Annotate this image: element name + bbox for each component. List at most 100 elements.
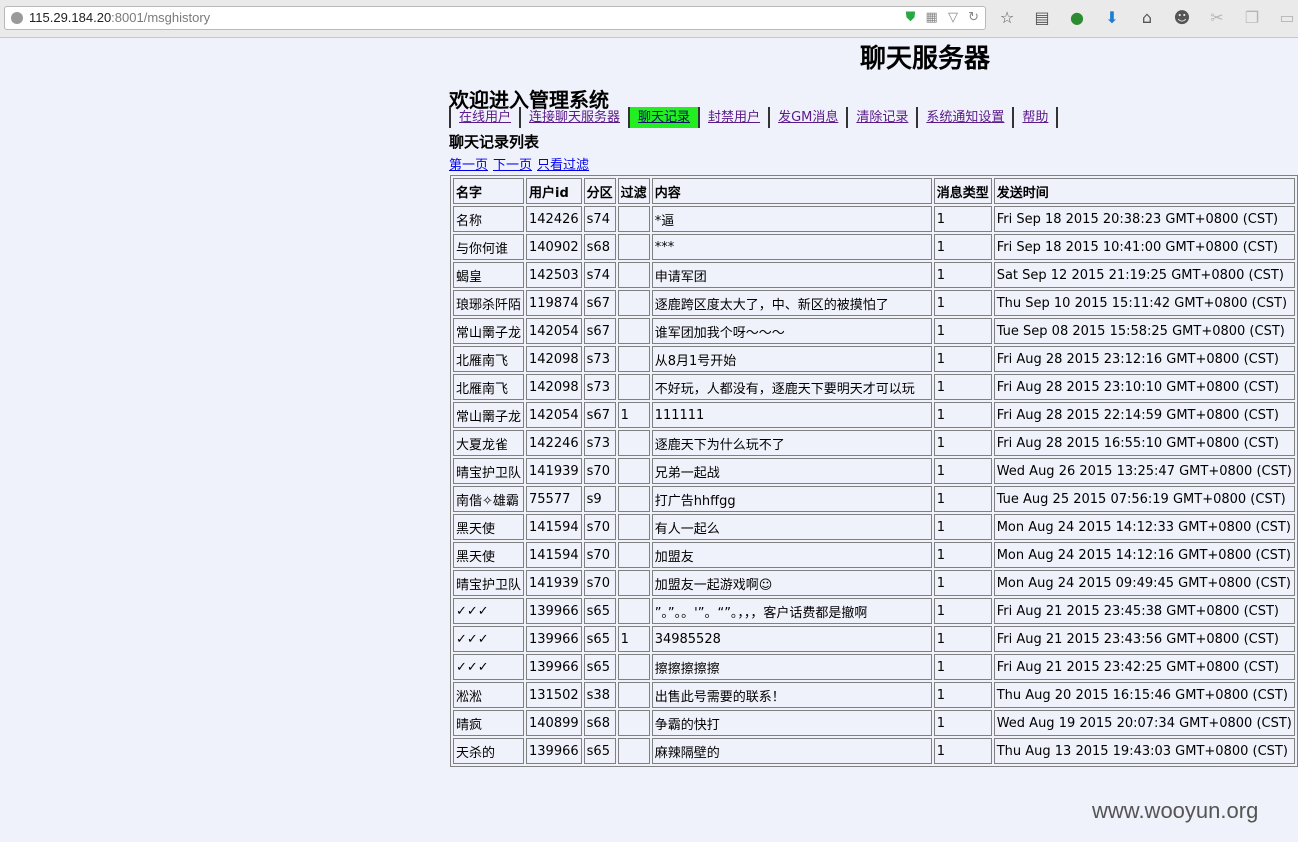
col-name-cell: ✓✓✓ <box>453 654 525 680</box>
col-user-id-header: 用户id <box>526 178 582 204</box>
col-send-time-cell: Fri Aug 21 2015 23:45:38 GMT+0800 (CST) <box>993 598 1295 624</box>
col-send-time-cell: Wed Aug 19 2015 20:07:34 GMT+0800 (CST) <box>993 710 1295 736</box>
col-zone-cell: s67 <box>583 290 616 316</box>
nav-connect-server[interactable]: 连接聊天服务器 <box>521 107 631 128</box>
toolbar-icons: ☆ ▤ ● ⬇ ⌂ ☻ ✂ ❐ ▭ <box>996 8 1298 27</box>
col-user-id-cell: 142246 <box>526 430 582 456</box>
col-send-time-cell: Sat Sep 12 2015 21:19:25 GMT+0800 (CST) <box>993 262 1295 288</box>
col-name-cell: 晴宝护卫队 <box>453 570 525 596</box>
table-row: 常山罱子龙 142054 s67 1 111111 1 Fri Aug 28 2015 22… <box>453 402 1295 428</box>
address-bar[interactable]: 115.29.184.20:8001/msghistory ⛊ ▦ ▽ ↻ <box>4 6 986 30</box>
col-user-id-cell: 140899 <box>526 710 582 736</box>
table-row: ✓✓✓ 139966 s65 1 34985528 1 Fri Aug 21 2015 23… <box>453 626 1295 652</box>
page-content: 聊天服务器 欢迎进入管理系统 在线用户 连接聊天服务器 聊天记录 封禁用户 发GM消息清… <box>0 38 1298 842</box>
col-zone-cell: s73 <box>583 430 616 456</box>
nav-help[interactable]: 帮助 <box>1014 107 1059 128</box>
col-zone-cell: s70 <box>583 458 616 484</box>
nav-chat-records[interactable]: 聊天记录 <box>630 107 701 128</box>
col-send-time-cell: Tue Aug 25 2015 07:56:19 GMT+0800 (CST) <box>993 486 1295 512</box>
col-msg-type-cell: 1 <box>933 514 992 540</box>
col-user-id-cell: 139966 <box>526 626 582 652</box>
col-name-cell: 北雁南飞 <box>453 374 525 400</box>
table-row: 与你何谁 140902 s68 *** 1 Fri Sep 18 2015 10:41:0… <box>453 234 1295 260</box>
chat-icon[interactable]: ☻ <box>1171 8 1193 27</box>
col-content-cell: 从8月1号开始 <box>651 346 932 372</box>
col-content-cell: 争霸的快打 <box>651 710 932 736</box>
col-name-cell: ✓✓✓ <box>453 626 525 652</box>
chat-records-table: 名字 用户id 分区 过滤 内容 消息类型 发送时间 名称 142426 s74 *逼 1 Fri S… <box>450 175 1298 767</box>
reader-icon[interactable]: ▤ <box>1031 8 1053 27</box>
col-name-cell: 北雁南飞 <box>453 346 525 372</box>
home-icon[interactable]: ⌂ <box>1136 8 1158 27</box>
table-row: 常山罱子龙 142054 s67 谁军团加我个呀～～～ 1 Tue Sep 08 2015… <box>453 318 1295 344</box>
col-zone-cell: s9 <box>583 486 616 512</box>
shield-icon[interactable]: ⛊ <box>906 10 916 25</box>
globe-icon <box>11 12 23 24</box>
col-content-cell: ”。”。。'”。“”。，，，客户话费都是撤啊 <box>651 598 932 624</box>
col-content-cell: 打广告hhffgg <box>651 486 932 512</box>
qr-icon[interactable]: ▦ <box>926 10 938 25</box>
col-name-cell: 南偕✧雄霸 <box>453 486 525 512</box>
nav-online-users[interactable]: 在线用户 <box>451 107 522 128</box>
clipboard-icon[interactable]: ▭ <box>1276 8 1298 27</box>
col-filter-cell <box>617 738 650 764</box>
col-user-id-cell: 142503 <box>526 262 582 288</box>
bookmark-star-icon[interactable]: ☆ <box>996 8 1018 27</box>
col-msg-type-cell: 1 <box>933 430 992 456</box>
url-text[interactable]: 115.29.184.20:8001/msghistory <box>29 10 210 25</box>
nav-clear-records[interactable]: 清除记录 <box>848 107 919 128</box>
col-msg-type-cell: 1 <box>933 654 992 680</box>
col-content-cell: 申请军团 <box>651 262 932 288</box>
col-name-cell: 天杀的 <box>453 738 525 764</box>
nav-send-gm[interactable]: 发GM消息 <box>770 107 849 128</box>
col-name-cell: 淞淞 <box>453 682 525 708</box>
next-page-link[interactable]: 下一页 <box>493 158 532 173</box>
col-user-id-cell: 142098 <box>526 374 582 400</box>
download-icon[interactable]: ⬇ <box>1101 8 1123 27</box>
col-user-id-cell: 75577 <box>526 486 582 512</box>
col-zone-cell: s73 <box>583 374 616 400</box>
col-msg-type-cell: 1 <box>933 598 992 624</box>
col-content-cell: *逼 <box>651 206 932 232</box>
filter-only-link[interactable]: 只看过滤 <box>537 158 589 173</box>
address-bar-icons: ⛊ ▦ ▽ ↻ <box>900 10 979 25</box>
col-msg-type-cell: 1 <box>933 542 992 568</box>
col-send-time-cell: Fri Aug 28 2015 23:10:10 GMT+0800 (CST) <box>993 374 1295 400</box>
col-send-time-cell: Fri Aug 28 2015 23:12:16 GMT+0800 (CST) <box>993 346 1295 372</box>
col-zone-header: 分区 <box>583 178 616 204</box>
col-user-id-cell: 142054 <box>526 402 582 428</box>
col-filter-cell <box>617 682 650 708</box>
nav-ban-users[interactable]: 封禁用户 <box>700 107 771 128</box>
url-path: :8001/msghistory <box>111 10 211 25</box>
first-page-link[interactable]: 第一页 <box>449 158 488 173</box>
col-send-time-cell: Fri Aug 21 2015 23:43:56 GMT+0800 (CST) <box>993 626 1295 652</box>
col-content-cell: 逐鹿跨区度太大了，中、新区的被摸怕了 <box>651 290 932 316</box>
col-user-id-cell: 142054 <box>526 318 582 344</box>
nav-notify-settings[interactable]: 系统通知设置 <box>918 107 1015 128</box>
col-filter-cell <box>617 430 650 456</box>
col-filter-header: 过滤 <box>617 178 650 204</box>
extension-icon[interactable]: ● <box>1066 8 1088 27</box>
watermark: www.wooyun.org <box>1092 798 1259 823</box>
reload-icon[interactable]: ↻ <box>968 10 979 25</box>
col-send-time-cell: Thu Aug 13 2015 19:43:03 GMT+0800 (CST) <box>993 738 1295 764</box>
col-msg-type-cell: 1 <box>933 682 992 708</box>
col-user-id-cell: 139966 <box>526 598 582 624</box>
copy-icon[interactable]: ❐ <box>1241 8 1263 27</box>
col-name-cell: 黑天使 <box>453 514 525 540</box>
col-filter-cell <box>617 234 650 260</box>
col-name-cell: 晴疯 <box>453 710 525 736</box>
cut-icon[interactable]: ✂ <box>1206 8 1228 27</box>
col-name-cell: 琅琊杀阡陌 <box>453 290 525 316</box>
col-name-cell: 黑天使 <box>453 542 525 568</box>
dropdown-icon[interactable]: ▽ <box>948 10 958 25</box>
col-send-time-cell: Mon Aug 24 2015 14:12:16 GMT+0800 (CST) <box>993 542 1295 568</box>
col-send-time-cell: Wed Aug 26 2015 13:25:47 GMT+0800 (CST) <box>993 458 1295 484</box>
col-name-cell: ✓✓✓ <box>453 598 525 624</box>
col-user-id-cell: 139966 <box>526 738 582 764</box>
col-filter-cell <box>617 458 650 484</box>
col-zone-cell: s73 <box>583 346 616 372</box>
col-zone-cell: s68 <box>583 710 616 736</box>
col-content-cell: *** <box>651 234 932 260</box>
table-row: ✓✓✓ 139966 s65 ”。”。。'”。“”。，，，客户话费都是撤啊 1 Fri A… <box>453 598 1295 624</box>
